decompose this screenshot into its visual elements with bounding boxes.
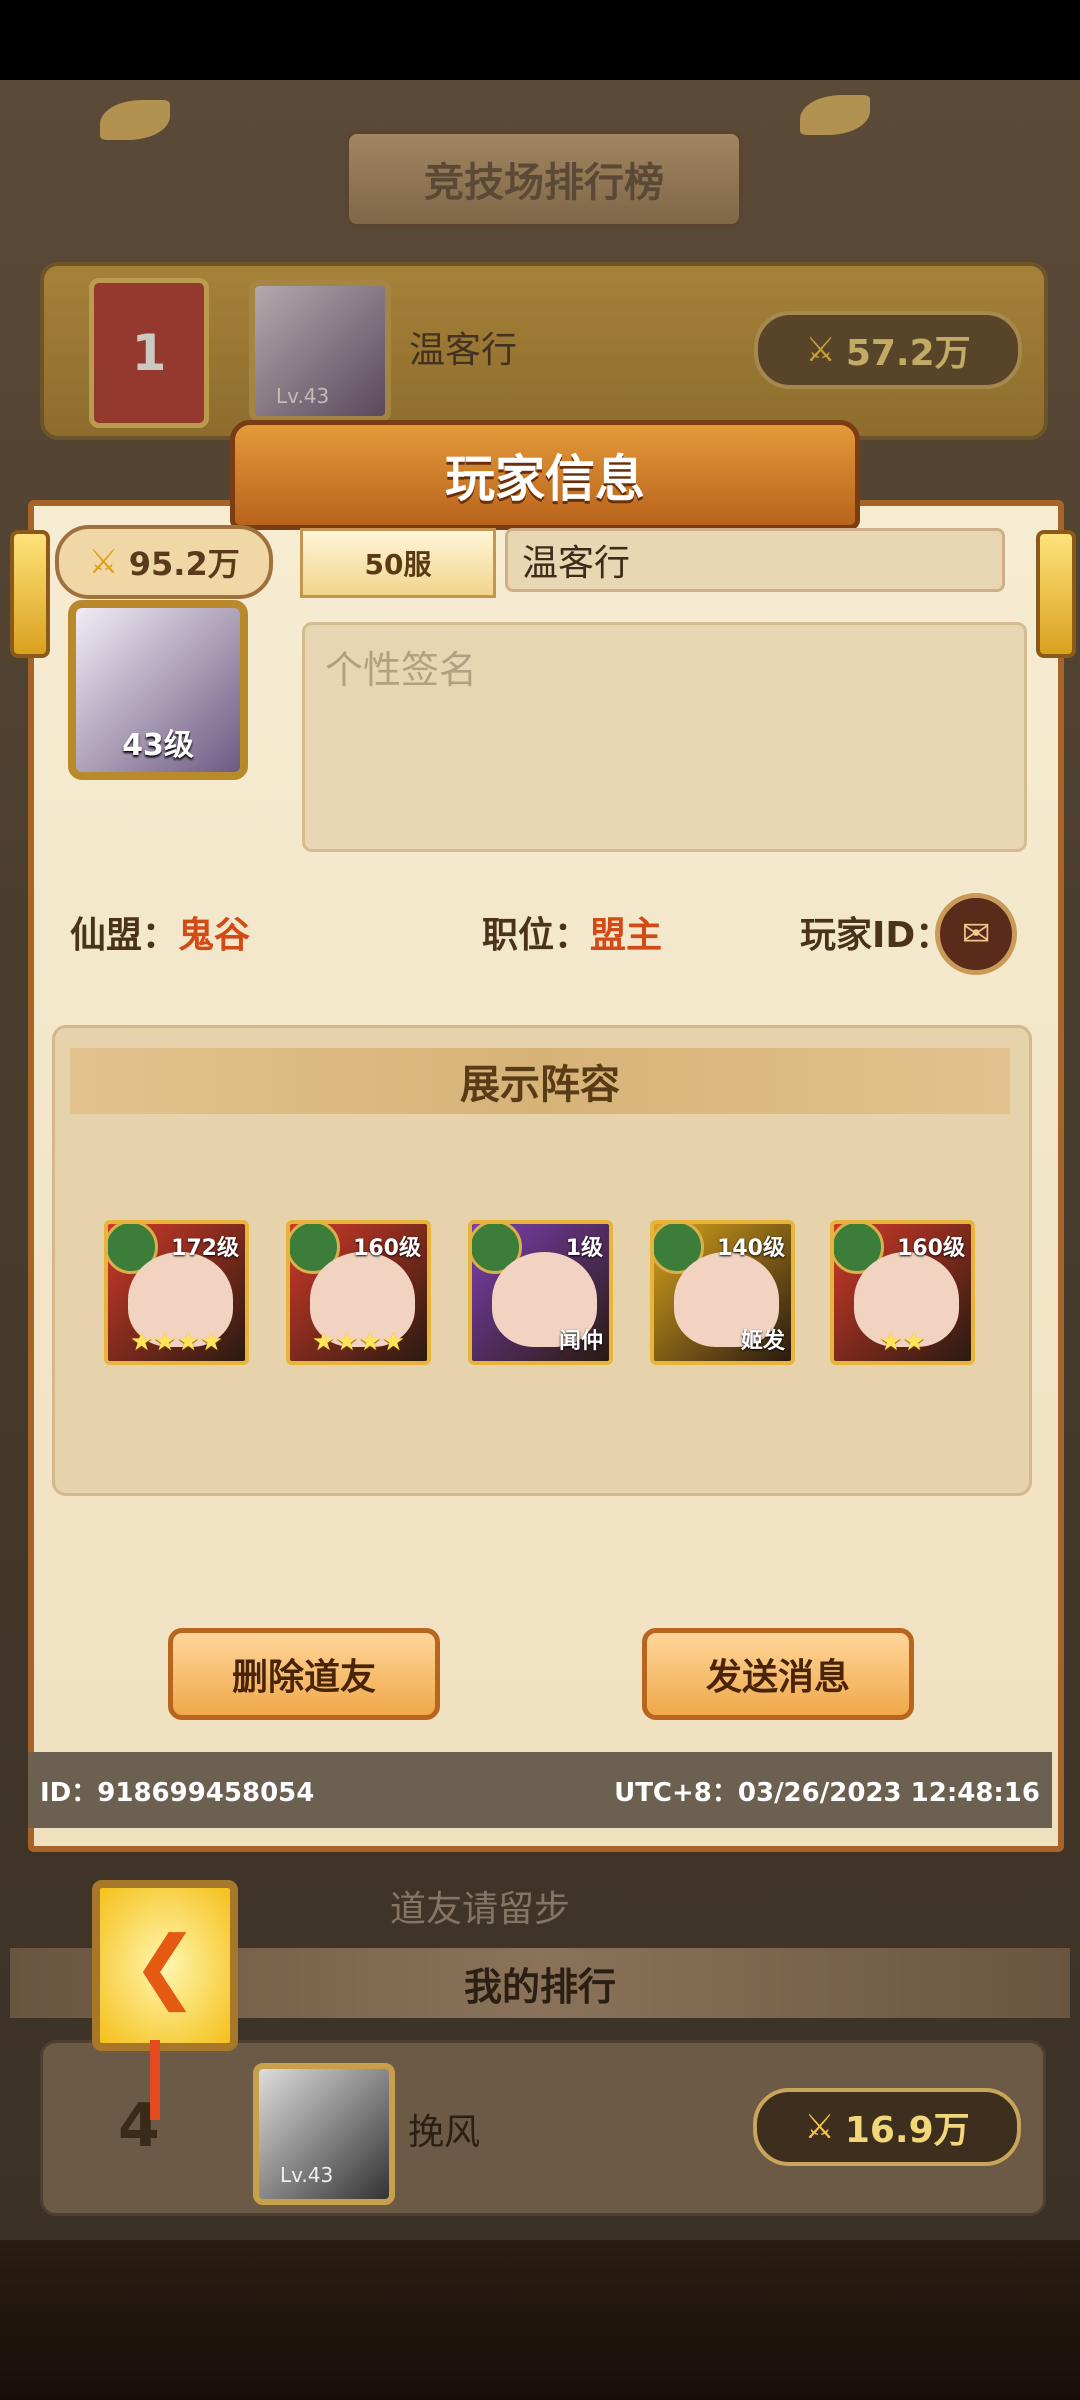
signature-field[interactable]: 个性签名 <box>302 622 1027 852</box>
power-value: 16.9万 <box>844 2110 970 2151</box>
hero-level: 140级 <box>717 1236 785 1261</box>
power-value: 95.2万 <box>128 545 240 583</box>
back-arrow-icon[interactable]: ❮ <box>92 1880 238 2051</box>
hero-level: 1级 <box>565 1236 603 1261</box>
avatar-level: Lv.43 <box>276 384 330 408</box>
hero-name: 姬发 <box>740 1329 785 1354</box>
dialog-footer: ID：918699458054 UTC+8：03/26/2023 12:48:1… <box>28 1752 1052 1828</box>
guild-label: 仙盟： <box>70 915 179 956</box>
lineup-title: 展示阵容 <box>70 1048 1010 1114</box>
hero-level: 172级 <box>171 1236 239 1261</box>
timestamp: UTC+8：03/26/2023 12:48:16 <box>614 1777 1040 1808</box>
speech-scroll-icon[interactable]: ✉ <box>935 893 1017 975</box>
delete-friend-button[interactable]: 删除道友 <box>168 1628 440 1720</box>
player-id-text: ID：918699458054 <box>40 1777 315 1808</box>
partial-rank-name: 道友请留步 <box>390 1889 571 1930</box>
power-value: 57.2万 <box>845 333 971 374</box>
dialog-title: 玩家信息 <box>230 420 860 530</box>
player-power: ⚔ 95.2万 <box>55 525 273 599</box>
hero-level: 160级 <box>897 1236 965 1261</box>
position-info: 职位：盟主 <box>482 906 662 958</box>
guild-info: 仙盟：鬼谷 <box>70 906 250 958</box>
status-bar <box>0 0 1080 80</box>
guild-value: 鬼谷 <box>178 915 251 956</box>
hero-card[interactable]: 1级闻仲 <box>468 1220 613 1365</box>
hero-stars: ★★ <box>879 1327 926 1357</box>
position-value: 盟主 <box>590 915 663 956</box>
player-id-label: 玩家ID： <box>800 915 952 956</box>
power-pill: ⚔ 57.2万 <box>754 311 1022 389</box>
crossed-swords-icon: ⚔ <box>88 542 119 582</box>
server-tag: 50服 <box>300 528 496 598</box>
hero-card[interactable]: 172级 ★★★★ <box>104 1220 249 1365</box>
crossed-swords-icon: ⚔ <box>805 330 836 370</box>
rank-badge: 1 <box>89 278 209 428</box>
my-rank-row[interactable]: 4 Lv.43 挽风 ⚔ 16.9万 <box>40 2040 1046 2216</box>
hero-card[interactable]: 140级姬发 <box>650 1220 795 1365</box>
power-pill: ⚔ 16.9万 <box>753 2088 1021 2166</box>
bottom-bar <box>0 2240 1080 2400</box>
avatar-level: Lv.43 <box>280 2163 334 2187</box>
hero-card[interactable]: 160级 ★★ <box>830 1220 975 1365</box>
arena-title-banner: 竞技场排行榜 <box>345 130 743 228</box>
player-name: 温客行 <box>409 330 518 371</box>
player-name-field: 温客行 <box>505 528 1005 592</box>
back-button-pole <box>150 2040 160 2120</box>
rank-row-1[interactable]: 1 Lv.43 温客行 ⚔ 57.2万 <box>40 262 1048 440</box>
hero-level: 160级 <box>353 1236 421 1261</box>
scroll-handle-left <box>10 530 50 658</box>
avatar-level: 43级 <box>122 728 194 763</box>
hero-card[interactable]: 160级 ★★★★ <box>286 1220 431 1365</box>
hero-stars: ★★★★ <box>311 1327 406 1357</box>
hero-name: 闻仲 <box>558 1329 603 1354</box>
player-name: 挽风 <box>408 2112 481 2153</box>
position-label: 职位： <box>482 915 591 956</box>
send-message-button[interactable]: 发送消息 <box>642 1628 914 1720</box>
scroll-handle-right <box>1036 530 1076 658</box>
hero-stars: ★★★★ <box>129 1327 224 1357</box>
crossed-swords-icon: ⚔ <box>804 2107 835 2147</box>
